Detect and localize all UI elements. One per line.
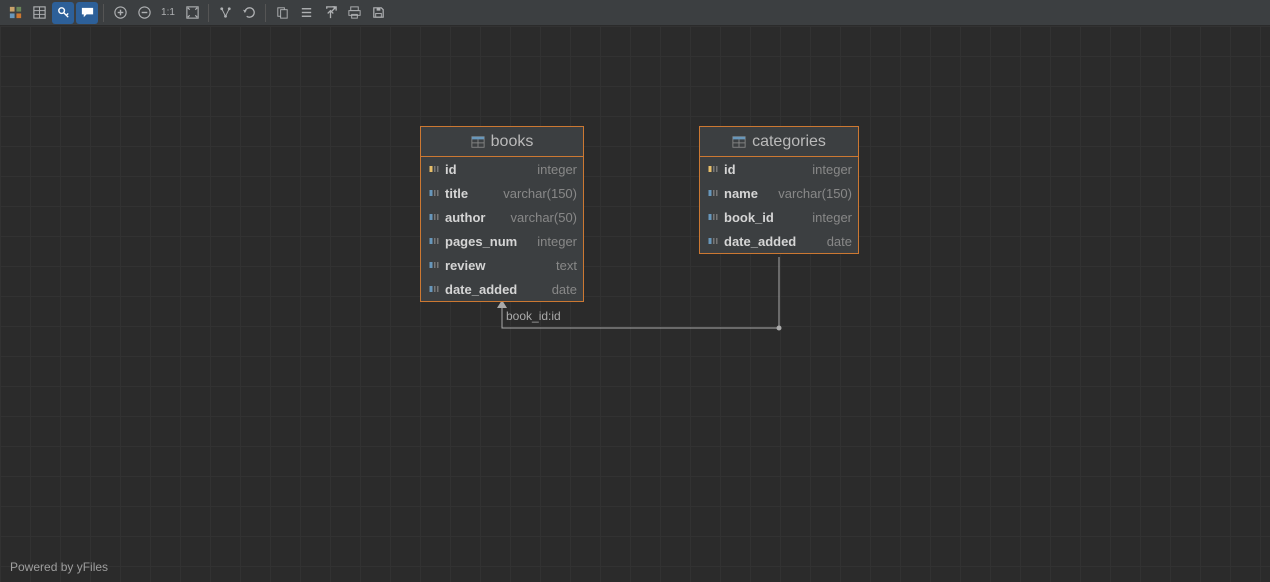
column-type: text <box>556 258 577 273</box>
table-icon <box>732 135 746 149</box>
entity-books[interactable]: books id integer title varchar(150) author var… <box>420 126 584 302</box>
entity-header[interactable]: books <box>421 127 583 157</box>
column-type: varchar(150) <box>503 186 577 201</box>
column-icon <box>427 235 441 247</box>
refresh-icon <box>242 5 257 20</box>
export-icon <box>323 5 338 20</box>
save-button[interactable] <box>367 2 389 24</box>
column-type: integer <box>537 234 577 249</box>
toolbar-separator <box>103 4 104 22</box>
column-type: date <box>552 282 577 297</box>
actual-size-button[interactable]: 1:1 <box>157 2 179 24</box>
print-icon <box>347 5 362 20</box>
column-row[interactable]: date_added date <box>700 229 858 253</box>
key-button[interactable] <box>52 2 74 24</box>
entity-title: categories <box>752 133 826 151</box>
copy-icon <box>275 5 290 20</box>
column-row[interactable]: id integer <box>421 157 583 181</box>
comment-icon <box>80 5 95 20</box>
column-name: date_added <box>445 282 517 297</box>
copy-button[interactable] <box>271 2 293 24</box>
column-type: integer <box>812 162 852 177</box>
column-name: id <box>724 162 736 177</box>
column-icon <box>427 187 441 199</box>
column-type: integer <box>537 162 577 177</box>
zoom-in-icon <box>113 5 128 20</box>
column-row[interactable]: author varchar(50) <box>421 205 583 229</box>
entity-title: books <box>491 133 534 151</box>
refresh-button[interactable] <box>238 2 260 24</box>
table-icon <box>32 5 47 20</box>
column-row[interactable]: title varchar(150) <box>421 181 583 205</box>
relationship-label: book_id:id <box>506 309 561 323</box>
zoom-out-button[interactable] <box>133 2 155 24</box>
list-icon <box>299 5 314 20</box>
column-row[interactable]: name varchar(150) <box>700 181 858 205</box>
column-name: review <box>445 258 485 273</box>
comment-button[interactable] <box>76 2 98 24</box>
layout-button[interactable] <box>4 2 26 24</box>
column-name: title <box>445 186 468 201</box>
column-row[interactable]: date_added date <box>421 277 583 301</box>
fit-icon <box>185 5 200 20</box>
column-icon <box>706 211 720 223</box>
column-name: date_added <box>724 234 796 249</box>
column-icon <box>706 187 720 199</box>
relationship-edge <box>0 26 1270 582</box>
save-icon <box>371 5 386 20</box>
export-button[interactable] <box>319 2 341 24</box>
entity-categories[interactable]: categories id integer name varchar(150) book_… <box>699 126 859 254</box>
entity-header[interactable]: categories <box>700 127 858 157</box>
column-icon <box>427 259 441 271</box>
column-name: book_id <box>724 210 774 225</box>
print-button[interactable] <box>343 2 365 24</box>
column-name: pages_num <box>445 234 517 249</box>
key-column-icon <box>427 163 441 175</box>
table-button[interactable] <box>28 2 50 24</box>
zoom-out-icon <box>137 5 152 20</box>
toolbar-separator <box>208 4 209 22</box>
route-button[interactable] <box>214 2 236 24</box>
toolbar-separator <box>265 4 266 22</box>
column-row[interactable]: pages_num integer <box>421 229 583 253</box>
column-row[interactable]: book_id integer <box>700 205 858 229</box>
layout-icon <box>8 5 23 20</box>
key-icon <box>56 5 71 20</box>
column-row[interactable]: id integer <box>700 157 858 181</box>
column-icon <box>427 211 441 223</box>
diagram-canvas[interactable]: book_id:id books id integer title varchar(15… <box>0 26 1270 582</box>
toolbar: 1:1 <box>0 0 1270 26</box>
zoom-in-button[interactable] <box>109 2 131 24</box>
column-name: id <box>445 162 457 177</box>
one-to-one-icon: 1:1 <box>161 7 175 18</box>
footer-credit: Powered by yFiles <box>10 560 108 574</box>
column-type: varchar(50) <box>511 210 577 225</box>
column-icon <box>706 235 720 247</box>
column-type: varchar(150) <box>778 186 852 201</box>
column-name: name <box>724 186 758 201</box>
column-row[interactable]: review text <box>421 253 583 277</box>
table-icon <box>471 135 485 149</box>
column-name: author <box>445 210 485 225</box>
column-type: date <box>827 234 852 249</box>
column-icon <box>427 283 441 295</box>
list-button[interactable] <box>295 2 317 24</box>
route-icon <box>218 5 233 20</box>
key-column-icon <box>706 163 720 175</box>
column-type: integer <box>812 210 852 225</box>
fit-content-button[interactable] <box>181 2 203 24</box>
